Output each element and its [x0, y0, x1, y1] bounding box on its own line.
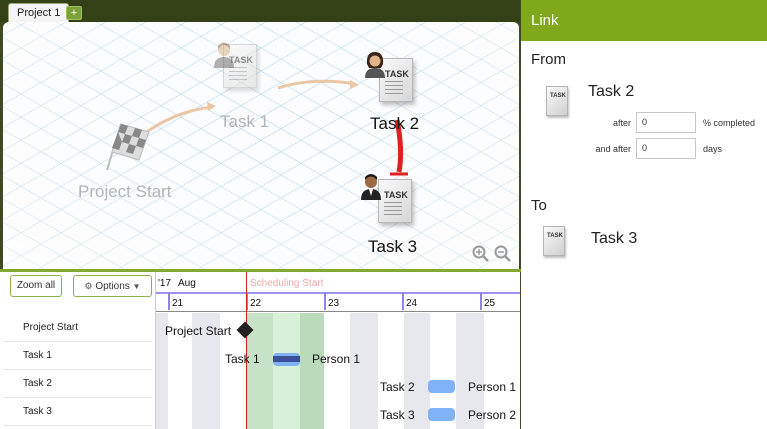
gantt-resource-label: Person 1	[468, 380, 517, 394]
link-task1-task2[interactable]	[277, 79, 356, 90]
task-bar[interactable]	[428, 380, 455, 393]
and-after-label: and after	[595, 144, 631, 154]
zoom-out-icon[interactable]	[494, 245, 512, 263]
day-header: 21 22 23 24 25	[156, 292, 520, 312]
task-list-row[interactable]: Project Start	[4, 314, 152, 342]
arrow-head-icon	[350, 80, 359, 89]
to-task-name: Task 3	[591, 230, 638, 247]
add-tab-button[interactable]: +	[66, 6, 82, 20]
day-label: 22	[250, 298, 262, 309]
from-heading: From	[531, 51, 566, 68]
after-unit-label: % completed	[703, 118, 756, 128]
gantt-item-label: Project Start	[165, 324, 232, 338]
task-bar[interactable]	[428, 408, 455, 421]
tab-strip: Project 1 +	[0, 0, 520, 22]
checkered-flag-icon[interactable]	[99, 118, 151, 174]
month-label: Aug	[178, 278, 196, 289]
gantt-item-label: Task 1	[225, 352, 260, 366]
link-properties-panel: Link From TASK Task 2 after 0 % complete…	[521, 0, 767, 429]
task-document-icon: TASK	[546, 86, 568, 116]
gantt-task-list: Zoom all ⚙ Options ▼ Project Start Task …	[0, 272, 156, 429]
person-female-icon	[365, 52, 385, 78]
network-canvas[interactable]: Project Start TASK Task 1 TASK Task 2 TA…	[3, 22, 519, 269]
delay-days-input[interactable]: 0	[636, 138, 696, 159]
doc-title: TASK	[385, 69, 409, 79]
link-layer	[121, 79, 408, 176]
task-list-row[interactable]: Task 3	[4, 398, 152, 426]
from-task-name: Task 2	[588, 83, 635, 100]
day-label: 24	[406, 298, 418, 309]
zoom-all-button[interactable]: Zoom all	[10, 275, 62, 297]
person-male-icon	[361, 174, 381, 200]
day-label: 23	[328, 298, 340, 309]
task-list-row[interactable]: Task 2	[4, 370, 152, 398]
gantt-resource-label: Person 2	[468, 408, 517, 422]
scheduling-start-line	[246, 272, 247, 429]
node-label-task-2[interactable]: Task 2	[370, 114, 419, 134]
doc-title: TASK	[547, 233, 563, 239]
gantt-item-label: Task 2	[380, 380, 415, 394]
day-label: 21	[172, 298, 184, 309]
task-document-icon: TASK	[543, 226, 565, 256]
node-label-task-3[interactable]: Task 3	[368, 237, 417, 257]
tab-project-1[interactable]: Project 1	[8, 3, 70, 22]
node-label-project-start[interactable]: Project Start	[78, 182, 172, 202]
year-label: '17	[158, 278, 172, 289]
and-after-unit-label: days	[703, 144, 723, 154]
doc-title: TASK	[550, 93, 566, 99]
options-button[interactable]: ⚙ Options ▼	[73, 275, 152, 297]
percent-completed-input[interactable]: 0	[636, 112, 696, 133]
after-label: after	[612, 118, 631, 128]
task-document-icon[interactable]: TASK	[378, 179, 412, 223]
gear-icon: ⚙	[84, 281, 93, 291]
gantt-resource-label: Person 1	[312, 352, 361, 366]
scheduling-start-label: Scheduling Start	[250, 278, 324, 289]
zoom-in-icon[interactable]	[472, 245, 490, 263]
node-label-task-1[interactable]: Task 1	[220, 112, 269, 132]
panel-title: Link	[521, 0, 767, 41]
gantt-timeline[interactable]: '17 Aug Scheduling Start 21 22 23 24 25 …	[156, 272, 520, 429]
to-heading: To	[531, 197, 547, 214]
task-bar[interactable]	[273, 353, 300, 366]
app-window: Project 1 + Project Start TASK Task 1 TA…	[0, 0, 767, 429]
gantt-panel: Zoom all ⚙ Options ▼ Project Start Task …	[0, 272, 520, 429]
person-icon	[214, 42, 234, 68]
day-label: 25	[484, 298, 496, 309]
task-list-row[interactable]: Task 1	[4, 342, 152, 370]
doc-title: TASK	[384, 190, 408, 200]
options-label: Options	[95, 281, 130, 292]
chevron-down-icon: ▼	[132, 282, 141, 291]
gantt-item-label: Task 3	[380, 408, 415, 422]
arrow-head-icon	[207, 102, 216, 111]
